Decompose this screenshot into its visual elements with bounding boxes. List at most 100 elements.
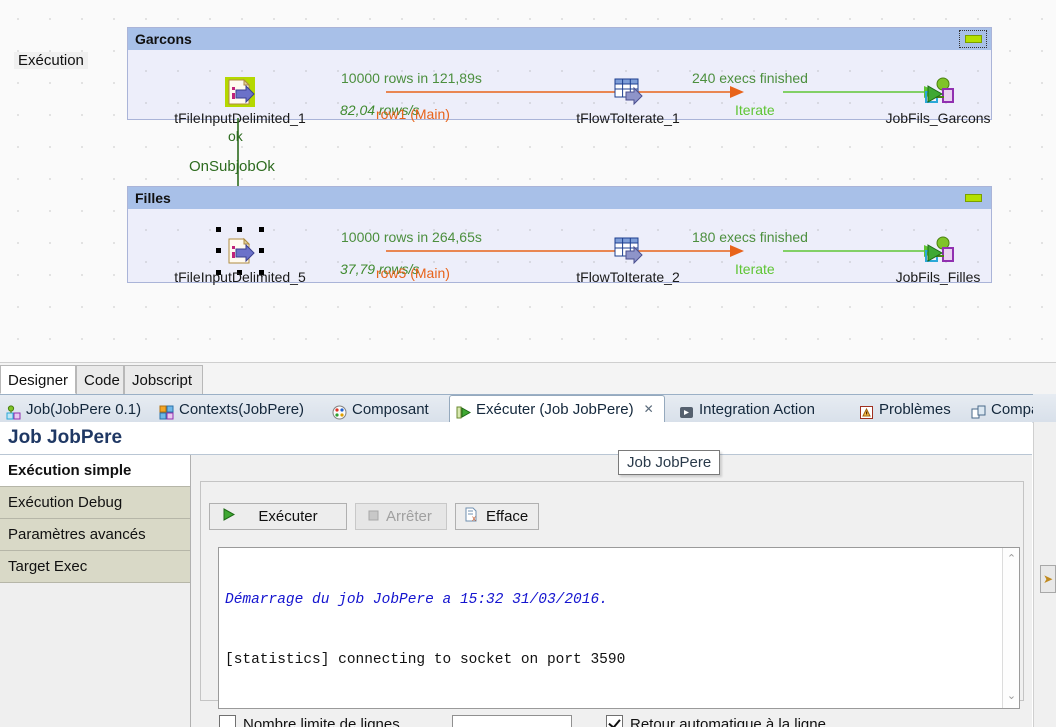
tab-contexts-jobpere-label: Contexts(JobPere) [179, 396, 304, 423]
execution-group-label: Exécution [14, 52, 88, 69]
subjob-filles-minimize-icon[interactable] [959, 189, 987, 207]
tab-integration-action-label: Integration Action [699, 396, 815, 423]
component-jobfils-garcons-label: JobFils_Garcons [885, 110, 990, 126]
limit-rows-label: Nombre limite de lignes [243, 716, 400, 727]
link-iterate-label: Iterate [735, 261, 775, 277]
tab-jobscript-label: Jobscript [132, 372, 192, 389]
subjob-filles[interactable]: Filles 10000 rows in 264,65s 37,79 rows/… [127, 186, 992, 283]
run-icon [456, 402, 471, 417]
console-output[interactable]: Démarrage du job JobPere a 15:32 31/03/2… [218, 547, 1020, 709]
file-input-delimited-icon [224, 76, 256, 108]
selection-handles [216, 227, 264, 275]
tab-designer-label: Designer [8, 372, 68, 389]
sidebar-item-parametres-avances-label: Paramètres avancés [8, 526, 146, 543]
limit-rows-input[interactable] [452, 715, 572, 727]
tooltip: Job JobPere [618, 450, 720, 475]
tab-composant-label: Composant [352, 396, 429, 423]
sidebar-item-execution-simple[interactable]: Exécution simple [0, 455, 190, 487]
expand-panel-button[interactable]: ➤ [1040, 565, 1056, 593]
link-iterate-stats: 240 execs finished [692, 70, 808, 86]
link-iterate-label: Iterate [735, 102, 775, 118]
limit-rows-checkbox[interactable] [219, 715, 236, 727]
run-button-label: Exécuter [242, 508, 334, 525]
component-jobfils-filles[interactable]: JobFils_Filles [922, 235, 954, 267]
subjob-filles-body: 10000 rows in 264,65s 37,79 rows/s row5 … [128, 209, 991, 282]
run-job-icon [922, 76, 954, 108]
tab-contexts-jobpere[interactable]: Contexts(JobPere) [153, 395, 325, 423]
tab-job-jobpere-label: Job(JobPere 0.1) [26, 396, 141, 423]
tab-designer[interactable]: Designer [0, 365, 76, 394]
clear-button-label: Efface [486, 508, 528, 525]
page-title: Job JobPere [8, 427, 122, 449]
sidebar-item-execution-simple-label: Exécution simple [8, 462, 131, 479]
console-line: Démarrage du job JobPere a 15:32 31/03/2… [225, 590, 997, 610]
component-tfileinputdelimited-5[interactable]: tFileInputDelimited_5 [224, 235, 256, 267]
job-designer-canvas[interactable]: Garcons 10000 rows in 121,89s 82,04 rows… [0, 0, 1056, 362]
sidebar-item-target-exec[interactable]: Target Exec [0, 551, 190, 583]
editor-tab-bar: Designer Code Jobscript [0, 362, 1056, 395]
run-button[interactable]: Exécuter [209, 503, 347, 530]
scroll-up-icon[interactable]: ⌃ [1006, 554, 1017, 565]
sidebar-item-parametres-avances[interactable]: Paramètres avancés [0, 519, 190, 551]
tab-integration-action[interactable]: Integration Action [673, 395, 849, 423]
view-tab-bar-overflow [1033, 394, 1056, 422]
component-tflowtoiterate-1[interactable]: tFlowToIterate_1 [612, 76, 644, 108]
component-tflowtoiterate-1-label: tFlowToIterate_1 [576, 110, 680, 126]
wrap-lines-checkbox[interactable] [606, 715, 623, 727]
tab-code[interactable]: Code [76, 365, 124, 394]
component-jobfils-filles-label: JobFils_Filles [896, 269, 981, 285]
subjob-garcons[interactable]: Garcons 10000 rows in 121,89s 82,04 rows… [127, 27, 992, 120]
link-iterate-stats: 180 execs finished [692, 229, 808, 245]
component-tfileinputdelimited-1[interactable]: tFileInputDelimited_1 [224, 76, 256, 108]
sidebar-item-execution-debug-label: Exécution Debug [8, 494, 122, 511]
tab-composant[interactable]: Composant [326, 395, 450, 423]
run-view-header: Job JobPere [0, 422, 1032, 455]
run-view-side-list: Exécution simple Exécution Debug Paramèt… [0, 455, 191, 727]
component-tfileinputdelimited-5-label: tFileInputDelimited_5 [174, 269, 306, 285]
trigger-status-label: ok [228, 128, 243, 144]
stop-button: Arrêter [355, 503, 447, 530]
subjob-garcons-body: 10000 rows in 121,89s 82,04 rows/s row1 … [128, 50, 991, 119]
compare-icon [971, 402, 986, 417]
console-scrollbar[interactable]: ⌃ ⌄ [1002, 548, 1019, 708]
component-jobfils-garcons[interactable]: JobFils_Garcons [922, 76, 954, 108]
tab-job-jobpere[interactable]: Job(JobPere 0.1) [0, 395, 152, 423]
sidebar-item-execution-debug[interactable]: Exécution Debug [0, 487, 190, 519]
close-icon[interactable]: ✕ [644, 396, 654, 423]
play-icon [222, 508, 235, 525]
run-job-icon [922, 235, 954, 267]
scroll-down-icon[interactable]: ⌄ [1006, 691, 1017, 702]
job-icon [6, 402, 21, 417]
clear-button[interactable]: x Efface [455, 503, 539, 530]
subjob-garcons-title-label: Garcons [135, 31, 192, 47]
tab-problemes-label: Problèmes [879, 396, 951, 423]
console-text: Démarrage du job JobPere a 15:32 31/03/2… [225, 550, 997, 709]
subjob-garcons-minimize-icon[interactable] [959, 30, 987, 48]
tab-executer-job-jobpere[interactable]: Exécuter (Job JobPere) ✕ [449, 395, 665, 423]
clear-icon: x [464, 507, 479, 526]
console-line: [statistics] connecting to socket on por… [225, 650, 997, 670]
integration-icon [679, 402, 694, 417]
subjob-filles-title: Filles [128, 187, 991, 209]
link-main-label: row5 (Main) [376, 265, 450, 281]
flow-to-iterate-icon [612, 76, 644, 108]
problems-icon [859, 402, 874, 417]
stop-icon [368, 508, 379, 525]
link-main-label: row1 (Main) [376, 106, 450, 122]
subjob-filles-title-label: Filles [135, 190, 171, 206]
tab-executer-label: Exécuter (Job JobPere) [476, 396, 634, 423]
link-stats-rows: 10000 rows in 264,65s [341, 229, 482, 245]
component-icon [332, 402, 347, 417]
component-tflowtoiterate-2[interactable]: tFlowToIterate_2 [612, 235, 644, 267]
flow-to-iterate-icon [612, 235, 644, 267]
trigger-link-label: OnSubjobOk [189, 158, 275, 175]
tab-code-label: Code [84, 372, 120, 389]
subjob-garcons-title: Garcons [128, 28, 991, 50]
view-tab-bar: Job(JobPere 0.1) Contexts(JobPere) Compo… [0, 394, 1056, 423]
link-stats-rows: 10000 rows in 121,89s [341, 70, 482, 86]
tab-problemes[interactable]: Problèmes [853, 395, 964, 423]
tab-jobscript[interactable]: Jobscript [124, 365, 203, 394]
component-tflowtoiterate-2-label: tFlowToIterate_2 [576, 269, 680, 285]
svg-text:x: x [472, 514, 476, 522]
stop-button-label: Arrêter [386, 508, 432, 525]
